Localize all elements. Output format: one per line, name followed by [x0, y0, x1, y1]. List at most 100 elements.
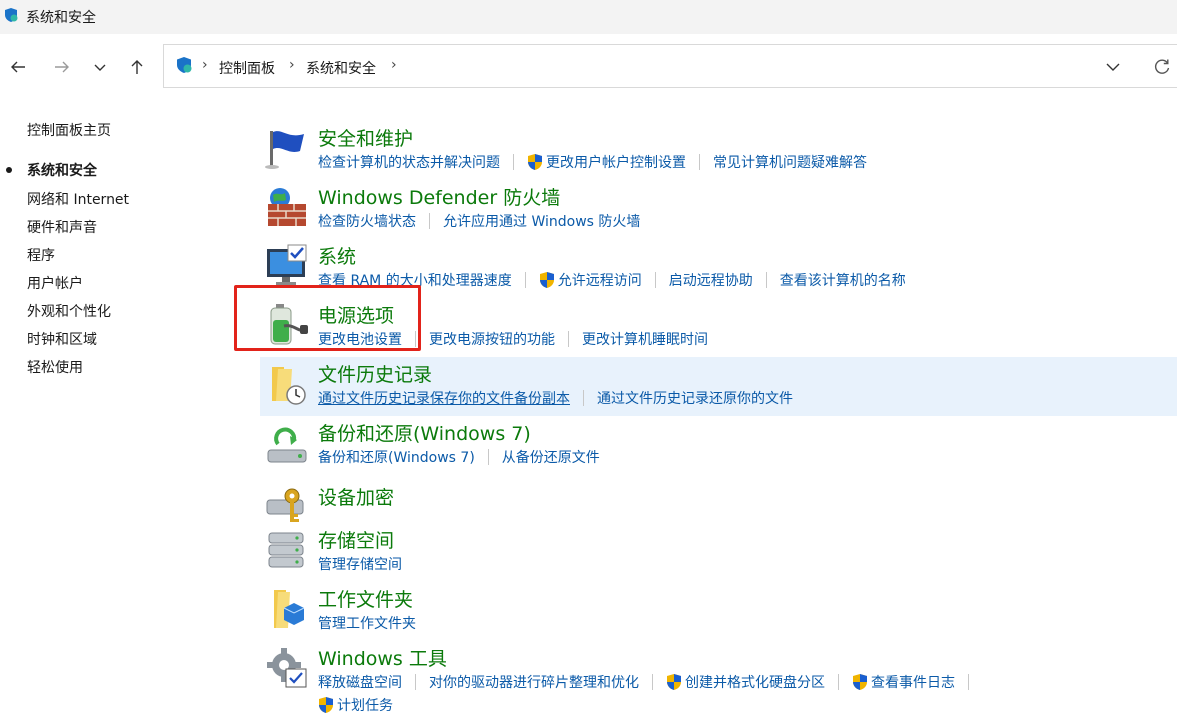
refresh-icon[interactable] [1152, 57, 1172, 77]
arrow-up-icon [131, 60, 143, 74]
category-title[interactable]: 安全和维护 [318, 124, 413, 151]
security-shield-icon [5, 8, 18, 22]
link-defragment[interactable]: 对你的驱动器进行碎片整理和优化 [429, 672, 639, 692]
link-power-button[interactable]: 更改电源按钮的功能 [429, 329, 555, 349]
link-divider [765, 272, 767, 288]
sidebar-item-user-accounts[interactable]: 用户帐户 [27, 273, 83, 293]
gear-checklist-icon [267, 648, 307, 688]
sidebar-item-hardware-sound[interactable]: 硬件和声音 [27, 217, 97, 237]
chevron-right-icon[interactable]: › [391, 57, 397, 73]
firewall-icon [268, 188, 306, 226]
category-work-folders: 工作文件夹 管理工作文件夹 [260, 582, 1177, 636]
breadcrumb-system-security[interactable]: 系统和安全 [306, 58, 376, 78]
recent-locations-button[interactable] [87, 54, 113, 80]
sidebar-item-control-panel-home[interactable]: 控制面板主页 [27, 120, 111, 140]
category-storage-spaces: 存储空间 管理存储空间 [260, 523, 1177, 577]
back-button[interactable] [5, 54, 31, 80]
flag-icon [265, 131, 304, 169]
category-title[interactable]: 文件历史记录 [318, 360, 432, 387]
category-security-maintenance: 安全和维护 检查计算机的状态并解决问题 更改用户帐户控制设置 常见计算机问题疑难… [260, 121, 1177, 175]
sidebar-item-system-security: 系统和安全 [27, 163, 97, 179]
link-computer-name[interactable]: 查看该计算机的名称 [780, 270, 906, 290]
folder-clock-icon [272, 367, 306, 405]
link-label: 计划任务 [337, 698, 393, 714]
monitor-check-icon [267, 244, 307, 285]
link-divider [429, 213, 430, 229]
category-title[interactable]: 备份和还原(Windows 7) [318, 419, 531, 446]
chevron-down-icon [94, 64, 106, 71]
drive-key-icon [266, 488, 304, 522]
link-firewall-status[interactable]: 检查防火墙状态 [318, 211, 416, 231]
arrow-left-icon [11, 61, 25, 73]
address-bar[interactable]: › 控制面板 › 系统和安全 › [163, 44, 1177, 88]
current-page-indicator [6, 167, 12, 173]
link-create-partition[interactable]: 创建并格式化硬盘分区 [666, 672, 825, 692]
address-dropdown-icon[interactable] [1104, 58, 1122, 76]
navigation-bar: › 控制面板 › 系统和安全 › [0, 34, 1177, 100]
uac-shield-icon [528, 154, 542, 170]
link-manage-storage[interactable]: 管理存储空间 [318, 554, 402, 574]
chevron-right-icon: › [289, 57, 295, 73]
breadcrumb-control-panel[interactable]: 控制面板 [219, 58, 275, 78]
forward-button[interactable] [49, 54, 75, 80]
link-label: 查看事件日志 [871, 675, 955, 691]
link-divider [415, 674, 416, 690]
category-windows-tools: Windows 工具 释放磁盘空间 对你的驱动器进行碎片整理和优化 创建并格式化… [260, 641, 1177, 720]
category-firewall: Windows Defender 防火墙 检查防火墙状态 允许应用通过 Wind… [260, 180, 1177, 234]
link-troubleshoot[interactable]: 常见计算机问题疑难解答 [713, 152, 867, 172]
up-button[interactable] [124, 54, 150, 80]
category-title[interactable]: 系统 [318, 242, 356, 269]
chevron-right-icon: › [202, 57, 208, 73]
link-divider [513, 154, 514, 170]
category-links: 释放磁盘空间 对你的驱动器进行碎片整理和优化 创建并格式化硬盘分区 查看事件日志 [318, 672, 982, 692]
sidebar-item-network-internet[interactable]: 网络和 Internet [27, 189, 129, 209]
link-restore-from-backup[interactable]: 从备份还原文件 [502, 447, 600, 467]
category-links: 通过文件历史记录保存你的文件备份副本 通过文件历史记录还原你的文件 [318, 388, 793, 408]
category-links: 管理工作文件夹 [318, 613, 416, 633]
link-task-scheduler[interactable]: 计划任务 [318, 695, 393, 715]
link-divider [654, 272, 656, 288]
link-backup-restore-win7[interactable]: 备份和还原(Windows 7) [318, 447, 475, 467]
category-title[interactable]: Windows 工具 [318, 644, 447, 671]
work-folder-icon [274, 590, 305, 628]
link-divider [968, 674, 969, 690]
category-title[interactable]: 工作文件夹 [318, 585, 413, 612]
sidebar-item-programs[interactable]: 程序 [27, 245, 55, 265]
title-bar: 系统和安全 [0, 0, 1177, 34]
link-remote-access[interactable]: 允许远程访问 [539, 270, 642, 290]
link-check-status[interactable]: 检查计算机的状态并解决问题 [318, 152, 500, 172]
sidebar-item-appearance[interactable]: 外观和个性化 [27, 301, 111, 321]
link-divider [568, 331, 569, 347]
link-disk-cleanup[interactable]: 释放磁盘空间 [318, 672, 402, 692]
link-event-log[interactable]: 查看事件日志 [852, 672, 955, 692]
uac-shield-icon [319, 697, 333, 713]
category-title[interactable]: Windows Defender 防火墙 [318, 183, 560, 210]
link-label: 更改用户帐户控制设置 [546, 155, 686, 171]
link-divider [699, 154, 700, 170]
sidebar-item-clock-region[interactable]: 时钟和区域 [27, 329, 97, 349]
link-divider [583, 390, 584, 406]
category-title[interactable]: 存储空间 [318, 526, 394, 553]
link-restore-files[interactable]: 通过文件历史记录还原你的文件 [597, 388, 793, 408]
link-uac-settings[interactable]: 更改用户帐户控制设置 [527, 152, 686, 172]
category-links: 检查防火墙状态 允许应用通过 Windows 防火墙 [318, 211, 640, 231]
link-divider [487, 449, 489, 465]
arrow-right-icon [55, 61, 69, 73]
link-manage-work-folders[interactable]: 管理工作文件夹 [318, 613, 416, 633]
link-label: 创建并格式化硬盘分区 [685, 675, 825, 691]
category-file-history: 文件历史记录 通过文件历史记录保存你的文件备份副本 通过文件历史记录还原你的文件 [260, 357, 1177, 416]
uac-shield-icon [853, 674, 867, 690]
link-sleep-time[interactable]: 更改计算机睡眠时间 [582, 329, 708, 349]
link-label: 允许远程访问 [557, 273, 642, 289]
sidebar: 控制面板主页 系统和安全 网络和 Internet 硬件和声音 程序 用户帐户 … [0, 100, 240, 720]
sidebar-item-ease-of-access[interactable]: 轻松使用 [27, 357, 83, 377]
link-remote-assistance[interactable]: 启动远程协助 [669, 270, 753, 290]
category-links-row-2: 计划任务 [318, 695, 393, 715]
category-links: 检查计算机的状态并解决问题 更改用户帐户控制设置 常见计算机问题疑难解答 [318, 152, 867, 172]
category-title[interactable]: 设备加密 [318, 483, 394, 510]
link-divider [838, 674, 839, 690]
link-allow-app[interactable]: 允许应用通过 Windows 防火墙 [443, 211, 640, 231]
link-save-backup[interactable]: 通过文件历史记录保存你的文件备份副本 [318, 388, 570, 408]
window-title: 系统和安全 [26, 10, 96, 26]
category-backup-restore: 备份和还原(Windows 7) 备份和还原(Windows 7) 从备份还原文… [260, 416, 1177, 470]
